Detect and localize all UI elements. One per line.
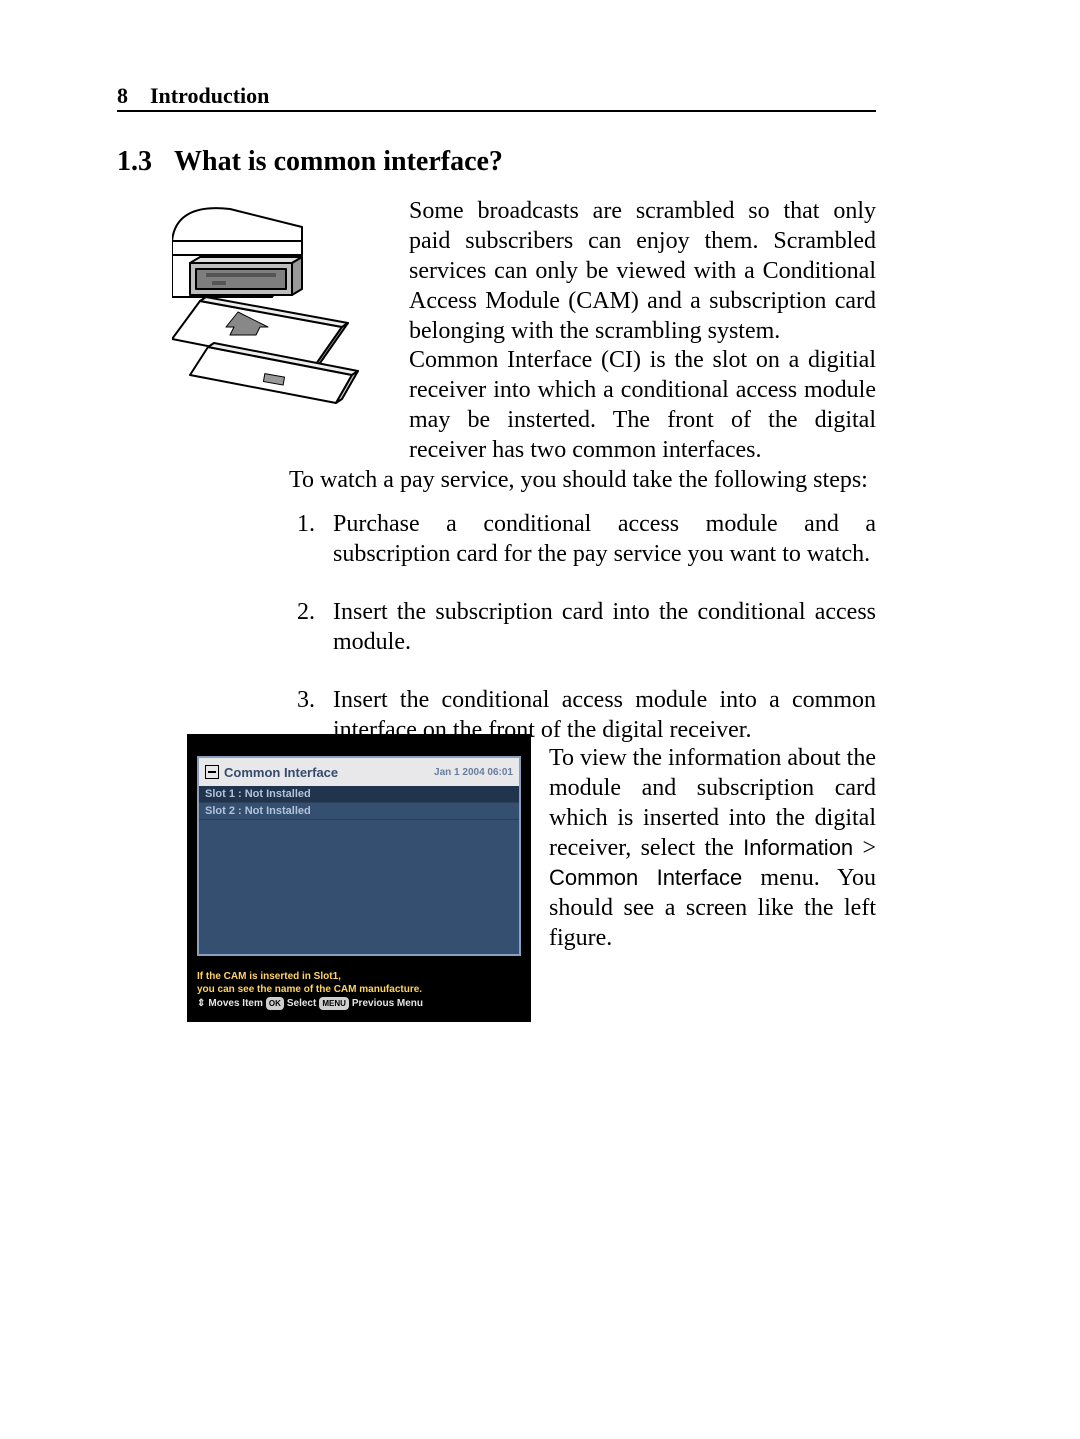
header-rule bbox=[117, 110, 876, 112]
step-item-2: 2. Insert the subscription card into the… bbox=[289, 597, 876, 685]
ci-nav-moves: Moves Item bbox=[208, 997, 262, 1010]
ci-nav-hint: ⇕ Moves Item OK Select MENU Previous Men… bbox=[197, 997, 521, 1010]
section-title: What is common interface? bbox=[174, 146, 503, 177]
ci-titlebar: Common Interface Jan 1 2004 06:01 bbox=[199, 758, 519, 786]
page: 8 Introduction 1.3 What is common interfa… bbox=[0, 0, 1080, 1439]
ci-title-icon bbox=[205, 765, 219, 779]
step-number: 2. bbox=[297, 597, 315, 627]
ci-slot-1[interactable]: Slot 1 : Not Installed bbox=[199, 786, 519, 803]
ok-button-icon: OK bbox=[266, 997, 284, 1010]
menu-path-information: Information bbox=[743, 835, 853, 860]
chapter-title: Introduction bbox=[150, 83, 269, 108]
receiver-card-slot-icon bbox=[172, 197, 386, 415]
menu-path-common-interface: Common Interface bbox=[549, 865, 742, 890]
menu-path-sep: > bbox=[862, 835, 876, 861]
paragraph-intro-2: Common Interface (CI) is the slot on a d… bbox=[409, 345, 876, 465]
ci-footer-line-1: If the CAM is inserted in Slot1, bbox=[197, 970, 521, 983]
ci-footer: If the CAM is inserted in Slot1, you can… bbox=[197, 970, 521, 1010]
step-text: Insert the subscription card into the co… bbox=[333, 599, 876, 655]
running-header: 8 Introduction bbox=[117, 83, 876, 109]
ci-nav-select: Select bbox=[287, 997, 316, 1010]
ci-window: Common Interface Jan 1 2004 06:01 Slot 1… bbox=[197, 756, 521, 956]
menu-button-icon: MENU bbox=[319, 997, 349, 1010]
paragraph-steps-lead: To watch a pay service, you should take … bbox=[289, 465, 876, 495]
paragraph-intro-1: Some broadcasts are scrambled so that on… bbox=[409, 196, 876, 346]
ci-timestamp: Jan 1 2004 06:01 bbox=[434, 767, 513, 778]
step-number: 1. bbox=[297, 509, 315, 539]
ci-title: Common Interface bbox=[224, 765, 338, 780]
section-heading: 1.3 What is common interface? bbox=[117, 146, 503, 178]
updown-arrow-icon: ⇕ bbox=[197, 997, 205, 1010]
ci-footer-line-2: you can see the name of the CAM manufact… bbox=[197, 983, 521, 996]
ci-nav-prev: Previous Menu bbox=[352, 997, 423, 1010]
ci-slots: Slot 1 : Not Installed Slot 2 : Not Inst… bbox=[199, 786, 519, 820]
device-illustration bbox=[172, 197, 386, 415]
page-number: 8 bbox=[117, 83, 128, 108]
ci-slot-2[interactable]: Slot 2 : Not Installed bbox=[199, 803, 519, 820]
step-number: 3. bbox=[297, 685, 315, 715]
step-text: Purchase a conditional access module and… bbox=[333, 511, 876, 567]
common-interface-screenshot: Common Interface Jan 1 2004 06:01 Slot 1… bbox=[187, 734, 531, 1022]
step-item-1: 1. Purchase a conditional access module … bbox=[289, 509, 876, 597]
paragraph-ci-info: To view the information about the module… bbox=[549, 743, 876, 953]
section-number: 1.3 bbox=[117, 146, 152, 177]
